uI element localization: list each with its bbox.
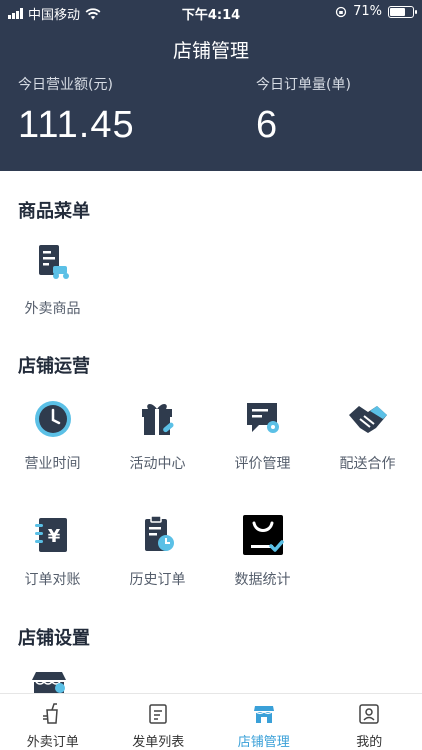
profile-icon [359,704,379,724]
section-title-goods: 商品菜单 [18,201,90,222]
store-icon [253,706,274,723]
svg-text:¥: ¥ [47,526,60,547]
tab-label: 外卖订单 [26,735,79,750]
tab-takeaway-orders[interactable]: 外卖订单 [0,694,106,750]
today-revenue[interactable]: 今日营业额(元) 111.45 [18,74,135,147]
grid-item-delivery-partner[interactable]: 配送合作 [315,397,420,473]
takeaway-goods-icon [38,245,69,279]
grid-item-data-statistics[interactable]: 数据统计 [210,513,315,589]
grid-item-history-orders[interactable]: 历史订单 [105,513,210,589]
page-title: 店铺管理 [172,40,249,62]
grid-item-label: 配送合作 [339,456,396,472]
grid-item-takeaway-goods[interactable]: 外卖商品 [0,242,105,318]
tab-dispatch-list[interactable]: 发单列表 [106,694,212,750]
tab-store-management[interactable]: 店铺管理 [211,694,317,750]
clock-icon [34,401,71,437]
grid-item-label: 历史订单 [129,572,186,588]
handshake-icon [348,406,387,433]
section-title-operation: 店铺运营 [18,356,90,377]
tab-bar: 外卖订单 发单列表 店铺管理 我的 [0,693,422,750]
section-title-settings: 店铺设置 [18,628,90,649]
shopping-bag-icon [242,515,284,555]
today-orders-value: 6 [256,104,279,146]
grid-item-label: 订单对账 [24,572,81,588]
grid-item-label: 活动中心 [129,456,186,472]
today-orders[interactable]: 今日订单量(单) 6 [256,74,351,147]
today-revenue-label: 今日营业额(元) [18,77,113,93]
orientation-lock-icon [335,6,347,17]
tab-mine[interactable]: 我的 [317,694,422,750]
battery-percent: 71% [353,4,382,19]
battery-icon [388,5,417,18]
bill-icon: ¥ [34,518,67,552]
grid-item-business-hours[interactable]: 营业时间 [0,397,105,473]
header: 中国移动 下午4:14 71% 店铺管理 今日营业额(元) 111.45 今日订… [0,0,422,171]
tab-label: 我的 [356,735,383,750]
dispatch-list-icon [149,704,167,724]
tab-label: 发单列表 [132,735,185,750]
history-order-icon [144,515,174,551]
grid-item-order-reconciliation[interactable]: ¥ 订单对账 [0,513,105,589]
store-settings-icon[interactable] [30,670,68,693]
review-icon [246,403,279,433]
grid-item-review-management[interactable]: 评价管理 [210,397,315,473]
grid-item-label: 评价管理 [234,456,291,472]
status-bar: 中国移动 下午4:14 71% [0,0,422,24]
grid-item-label: 数据统计 [234,572,291,588]
takeaway-order-icon [42,703,58,724]
grid-item-label: 营业时间 [24,456,81,472]
today-revenue-value: 111.45 [18,104,135,146]
grid-item-label: 外卖商品 [24,301,81,317]
grid-item-activity-center[interactable]: 活动中心 [105,397,210,473]
today-orders-label: 今日订单量(单) [256,77,351,93]
tab-label: 店铺管理 [237,735,290,750]
gift-icon [141,404,174,435]
